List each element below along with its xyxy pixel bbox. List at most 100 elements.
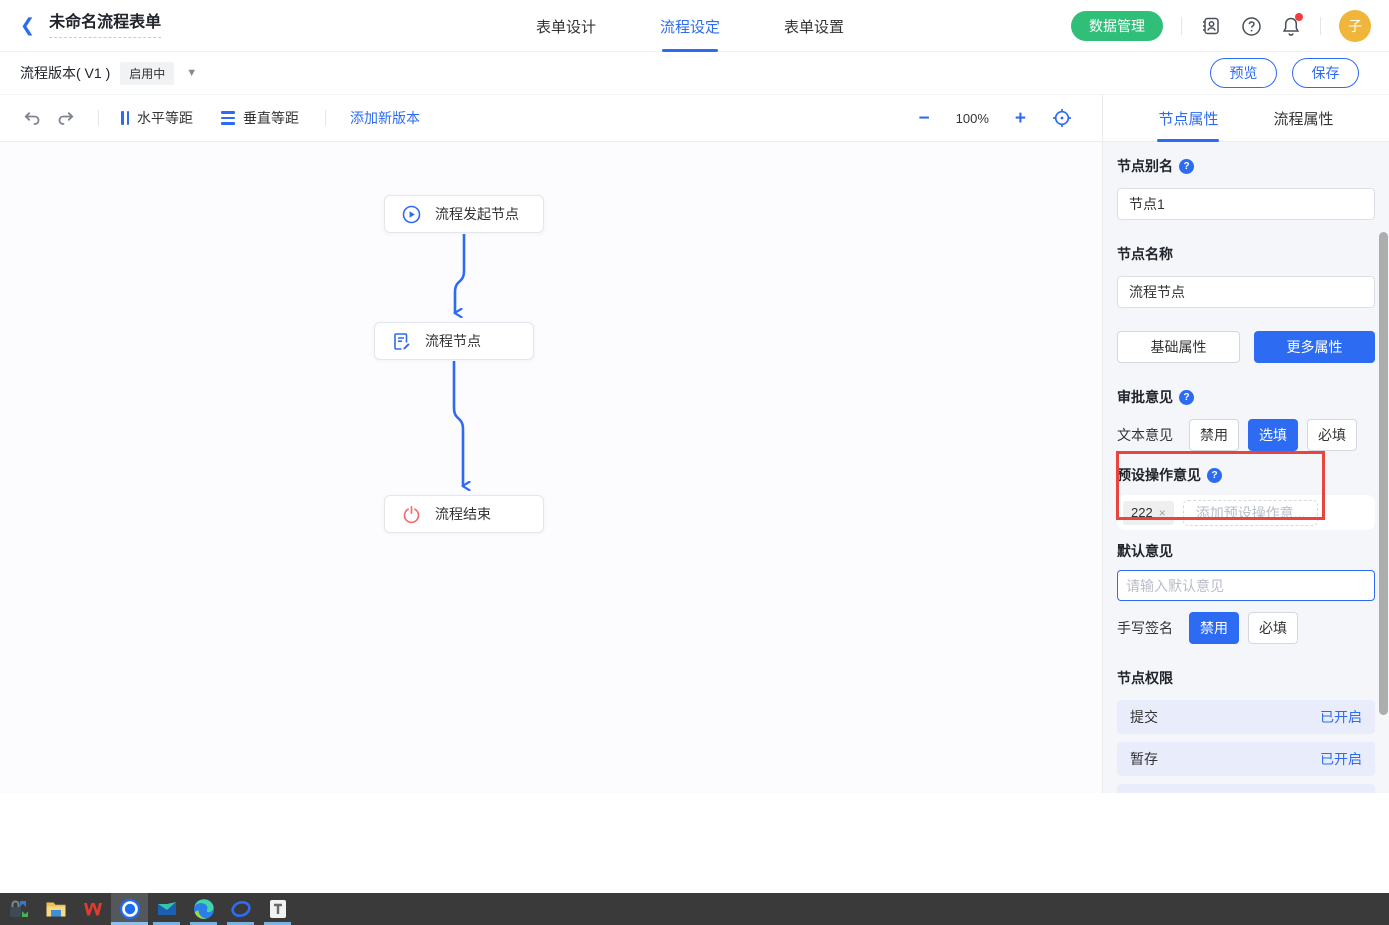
version-bar: 流程版本( V1 ) 启用中 ▼ 预览 保存 — [0, 52, 1389, 95]
power-icon — [402, 505, 421, 524]
preview-button[interactable]: 预览 — [1210, 58, 1277, 88]
text-opinion-row: 文本意见 禁用 选填 必填 — [1117, 419, 1375, 451]
zoom-out-button[interactable]: − — [919, 109, 930, 128]
page-title[interactable]: 未命名流程表单 — [49, 13, 161, 38]
back-icon[interactable]: ❮ — [20, 15, 35, 36]
document-edit-icon — [392, 332, 411, 351]
wps-office-icon[interactable] — [74, 893, 111, 925]
permission-toggle[interactable]: 未开启 — [1320, 791, 1362, 793]
signature-row: 手写签名 禁用 必填 — [1117, 612, 1375, 644]
text-opinion-disable-button[interactable]: 禁用 — [1189, 419, 1239, 451]
main-area: 水平等距 垂直等距 添加新版本 − 100% + — [0, 95, 1389, 793]
redo-icon[interactable] — [57, 110, 76, 127]
panel-scrollbar[interactable] — [1379, 232, 1388, 715]
text-opinion-required-button[interactable]: 必填 — [1307, 419, 1357, 451]
ring-app-icon[interactable] — [222, 893, 259, 925]
version-actions: 预览 保存 — [1210, 58, 1359, 88]
edge-browser-icon[interactable] — [185, 893, 222, 925]
canvas-column: 水平等距 垂直等距 添加新版本 − 100% + — [0, 95, 1103, 793]
user-avatar[interactable]: 子 — [1339, 10, 1371, 42]
node-label: 流程节点 — [425, 331, 481, 351]
mail-app-icon[interactable] — [148, 893, 185, 925]
contacts-book-icon[interactable] — [1200, 15, 1222, 37]
flow-node-end[interactable]: 流程结束 — [384, 495, 544, 533]
property-switch-buttons: 基础属性 更多属性 — [1117, 331, 1375, 363]
app-window: ❮ 未命名流程表单 表单设计 流程设定 表单设置 数据管理 — [0, 0, 1389, 925]
data-manage-button[interactable]: 数据管理 — [1071, 11, 1163, 41]
horizontal-spacing-icon — [121, 111, 129, 125]
panel-body: 节点别名 ? 节点名称 基础属性 更多属性 审批意见 ? 文本意见 禁用 — [1103, 142, 1389, 793]
approval-opinion-label: 审批意见 ? — [1117, 387, 1375, 407]
top-header: ❮ 未命名流程表单 表单设计 流程设定 表单设置 数据管理 — [0, 0, 1389, 52]
node-name-label: 节点名称 — [1117, 244, 1375, 264]
vertical-spacing-button[interactable]: 垂直等距 — [221, 108, 299, 128]
zoom-in-button[interactable]: + — [1015, 109, 1026, 128]
canvas-toolbar: 水平等距 垂直等距 添加新版本 − 100% + — [0, 95, 1102, 142]
windows-taskbar — [0, 893, 1389, 925]
flow-connectors — [0, 142, 1102, 792]
header-tabs: 表单设计 流程设定 表单设置 — [536, 0, 844, 52]
tab-form-setting[interactable]: 表单设置 — [784, 0, 844, 52]
more-properties-button[interactable]: 更多属性 — [1254, 331, 1375, 363]
flow-node-process[interactable]: 流程节点 — [374, 322, 534, 360]
signature-required-button[interactable]: 必填 — [1248, 612, 1298, 644]
node-alias-label: 节点别名 ? — [1117, 156, 1375, 176]
tab-form-design[interactable]: 表单设计 — [536, 0, 596, 52]
help-icon[interactable]: ? — [1179, 390, 1194, 405]
zoom-controls: − 100% + — [919, 108, 1072, 128]
flow-canvas[interactable]: 流程发起节点 流程节点 — [0, 142, 1102, 793]
default-opinion-input[interactable] — [1117, 570, 1375, 601]
tab-process-properties[interactable]: 流程属性 — [1273, 95, 1333, 142]
chevron-down-icon[interactable]: ▼ — [186, 67, 197, 79]
permission-toggle[interactable]: 已开启 — [1320, 707, 1362, 727]
active-blue-circle-app-icon[interactable] — [111, 893, 148, 925]
undo-icon[interactable] — [22, 110, 41, 127]
tab-node-properties[interactable]: 节点属性 — [1158, 95, 1218, 142]
text-opinion-label: 文本意见 — [1117, 425, 1189, 445]
help-icon[interactable] — [1240, 15, 1262, 37]
panel-tabs: 节点属性 流程属性 — [1103, 95, 1389, 142]
text-opinion-optional-button[interactable]: 选填 — [1248, 419, 1298, 451]
help-icon[interactable]: ? — [1179, 159, 1194, 174]
permission-row-submit: 提交 已开启 — [1117, 700, 1375, 734]
preset-opinion-tag: 222 × — [1123, 501, 1174, 525]
fit-view-icon[interactable] — [1052, 108, 1072, 128]
save-button[interactable]: 保存 — [1292, 58, 1359, 88]
node-alias-input[interactable] — [1117, 188, 1375, 220]
status-badge: 启用中 — [120, 62, 174, 85]
divider — [98, 110, 99, 126]
horizontal-spacing-button[interactable]: 水平等距 — [121, 108, 193, 128]
permission-row-stash: 暂存 已开启 — [1117, 742, 1375, 776]
divider — [325, 110, 326, 126]
add-version-button[interactable]: 添加新版本 — [350, 108, 420, 128]
file-explorer-icon[interactable] — [37, 893, 74, 925]
node-name-input[interactable] — [1117, 276, 1375, 308]
tab-process-setting[interactable]: 流程设定 — [660, 0, 720, 52]
remove-tag-icon[interactable]: × — [1159, 506, 1166, 520]
preset-opinion-label: 预设操作意见 ? — [1117, 465, 1375, 485]
divider — [1320, 17, 1321, 35]
zoom-level: 100% — [956, 111, 989, 126]
node-label: 流程发起节点 — [435, 204, 519, 224]
basic-properties-button[interactable]: 基础属性 — [1117, 331, 1240, 363]
remote-control-app-icon[interactable] — [0, 893, 37, 925]
notification-badge — [1295, 13, 1303, 21]
signature-disable-button[interactable]: 禁用 — [1189, 612, 1239, 644]
header-actions: 数据管理 — [1071, 0, 1371, 52]
text-editor-app-icon[interactable] — [259, 893, 296, 925]
notification-bell-icon[interactable] — [1280, 15, 1302, 37]
node-permissions-label: 节点权限 — [1117, 668, 1375, 688]
add-preset-opinion-button[interactable]: 添加预设操作意... — [1183, 500, 1319, 526]
default-opinion-label: 默认意见 — [1117, 541, 1375, 561]
flow-node-start[interactable]: 流程发起节点 — [384, 195, 544, 233]
node-label: 流程结束 — [435, 504, 491, 524]
play-circle-icon — [402, 205, 421, 224]
preset-opinion-field[interactable]: 222 × 添加预设操作意... — [1117, 495, 1375, 530]
version-label: 流程版本( V1 ) — [20, 63, 110, 83]
vertical-spacing-icon — [221, 111, 235, 125]
signature-label: 手写签名 — [1117, 618, 1189, 638]
help-icon[interactable]: ? — [1207, 468, 1222, 483]
properties-panel: 节点属性 流程属性 节点别名 ? 节点名称 基础属性 更多属性 审批意见 ? — [1103, 95, 1389, 793]
permission-toggle[interactable]: 已开启 — [1320, 749, 1362, 769]
divider — [1181, 17, 1182, 35]
